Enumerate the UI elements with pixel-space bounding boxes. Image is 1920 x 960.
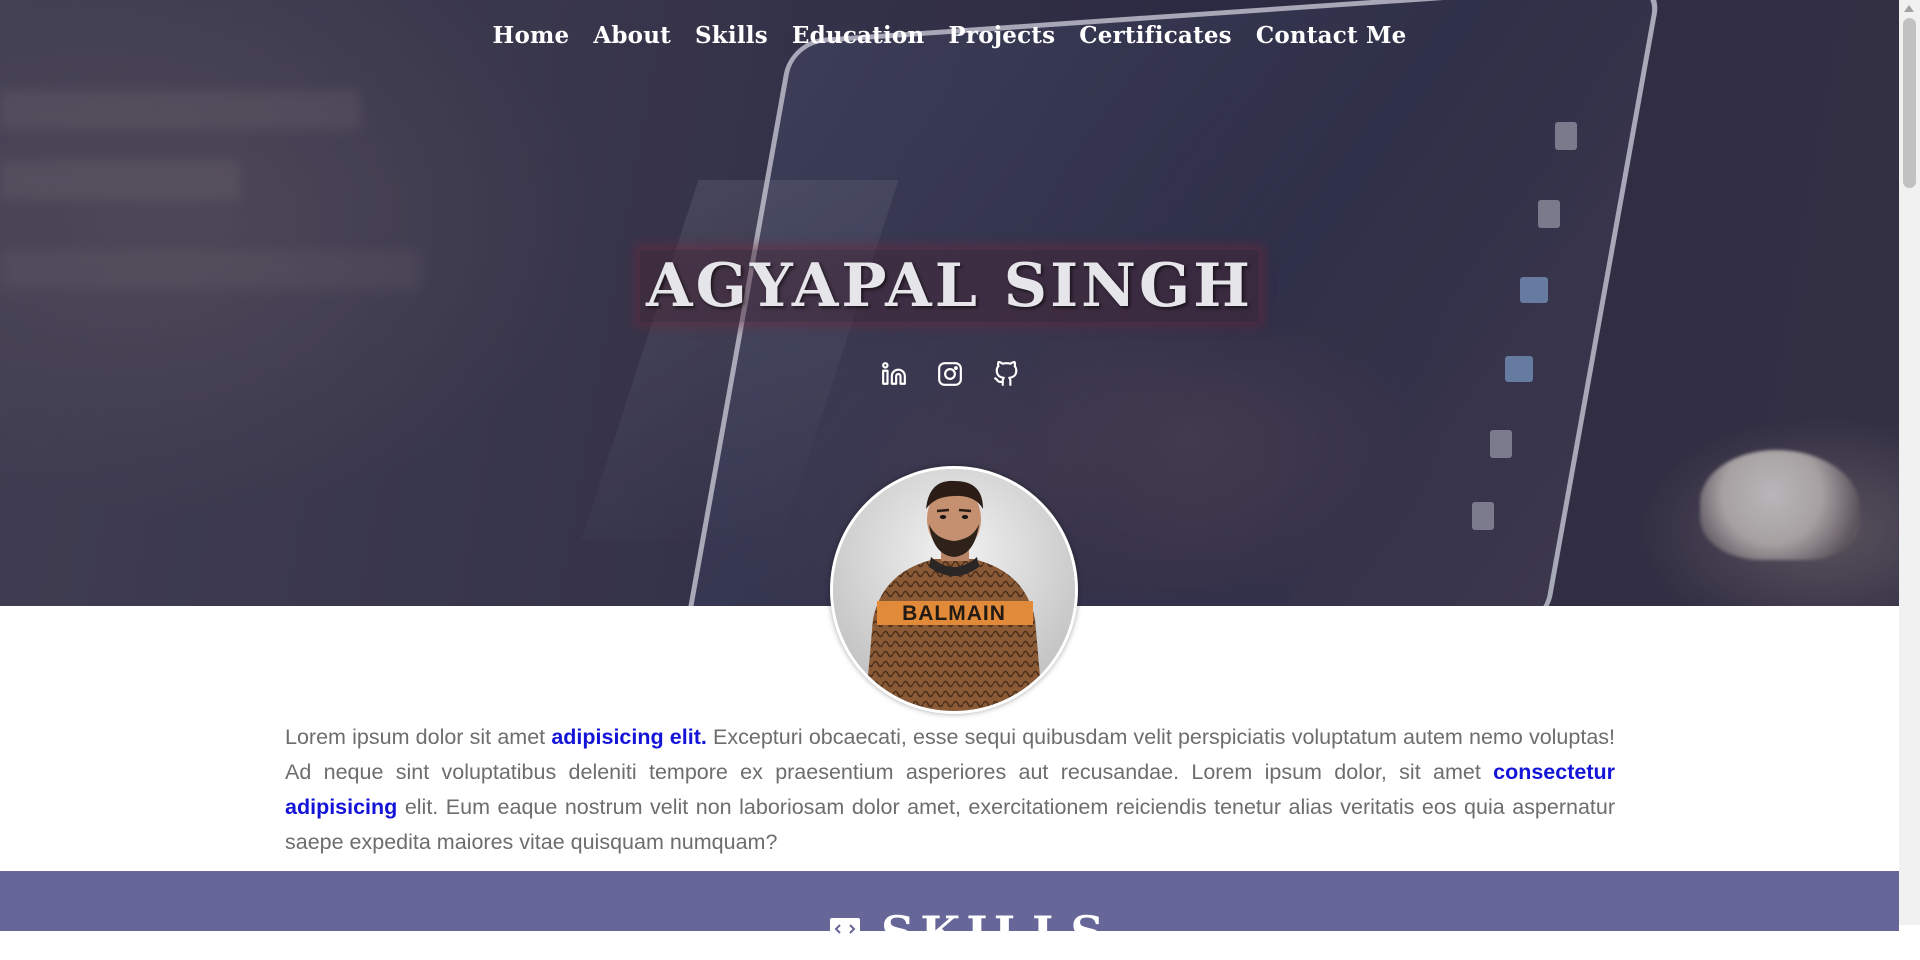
laptop-code-icon [826,918,866,947]
social-links [0,360,1899,387]
nav-education[interactable]: Education [792,22,924,49]
hero-title-wrap: AGYAPAL SINGH [0,250,1899,322]
github-icon[interactable] [993,360,1019,387]
hero-name: AGYAPAL SINGH [640,250,1259,322]
instagram-icon[interactable] [937,361,963,387]
about-text: elit. Eum eaque nostrum velit non labori… [285,795,1615,854]
linkedin-icon[interactable] [881,361,907,387]
skills-heading: SKILLS [825,906,1110,960]
about-text: Lorem ipsum dolor sit amet [285,725,552,749]
scroll-thumb[interactable] [1903,18,1916,188]
about-paragraph: Lorem ipsum dolor sit amet adipisicing e… [285,720,1615,860]
nav-skills[interactable]: Skills [695,22,768,49]
profile-avatar: BALMAIN [830,466,1078,714]
skills-title: SKILLS [881,906,1110,960]
nav-contact-me[interactable]: Contact Me [1256,22,1407,49]
profile-photo: BALMAIN [833,469,1075,711]
main-nav: Home About Skills Education Projects Cer… [0,22,1899,49]
svg-text:BALMAIN: BALMAIN [902,602,1006,625]
nav-certificates[interactable]: Certificates [1079,22,1232,49]
nav-home[interactable]: Home [493,22,570,49]
scroll-up-arrow-icon[interactable] [1904,5,1914,12]
nav-about[interactable]: About [593,22,671,49]
about-highlight: adipisicing elit. [551,725,707,749]
page-scrollbar[interactable] [1899,0,1920,925]
nav-projects[interactable]: Projects [948,22,1055,49]
